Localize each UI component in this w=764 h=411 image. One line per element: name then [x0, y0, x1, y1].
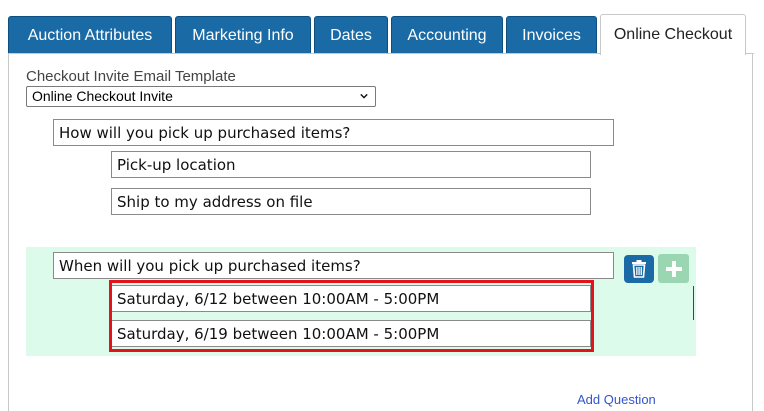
question-1-option-1-text: Pick-up location [117, 155, 236, 174]
tab-dates[interactable]: Dates [314, 16, 388, 54]
tab-auction-attributes[interactable]: Auction Attributes [8, 16, 172, 54]
template-selected-value: Online Checkout Invite [32, 88, 173, 104]
question-1-text: How will you pick up purchased items? [59, 123, 351, 142]
divider-line [693, 286, 694, 320]
add-question-link[interactable]: Add Question [577, 392, 656, 407]
question-2-text: When will you pick up purchased items? [59, 256, 361, 275]
question-1-option-2-text: Ship to my address on file [117, 192, 313, 211]
tab-accounting[interactable]: Accounting [391, 16, 503, 54]
question-2-input[interactable]: When will you pick up purchased items? [53, 252, 614, 279]
question-1-input[interactable]: How will you pick up purchased items? [53, 119, 614, 146]
question-1-option-2-input[interactable]: Ship to my address on file [111, 188, 591, 215]
tab-online-checkout[interactable]: Online Checkout [600, 14, 746, 55]
tab-bar: Auction Attributes Marketing Info Dates … [8, 14, 756, 55]
question-1-option-1-input[interactable]: Pick-up location [111, 151, 591, 178]
chevron-down-icon [360, 93, 368, 99]
tab-marketing-info[interactable]: Marketing Info [175, 16, 311, 54]
template-select[interactable]: Online Checkout Invite [26, 86, 376, 107]
add-option-button[interactable] [658, 254, 689, 283]
delete-question-button[interactable] [624, 255, 654, 283]
plus-icon [665, 260, 682, 277]
highlight-box [109, 280, 594, 352]
tab-invoices[interactable]: Invoices [506, 16, 597, 54]
trash-icon [632, 260, 646, 278]
template-label: Checkout Invite Email Template [26, 68, 236, 85]
